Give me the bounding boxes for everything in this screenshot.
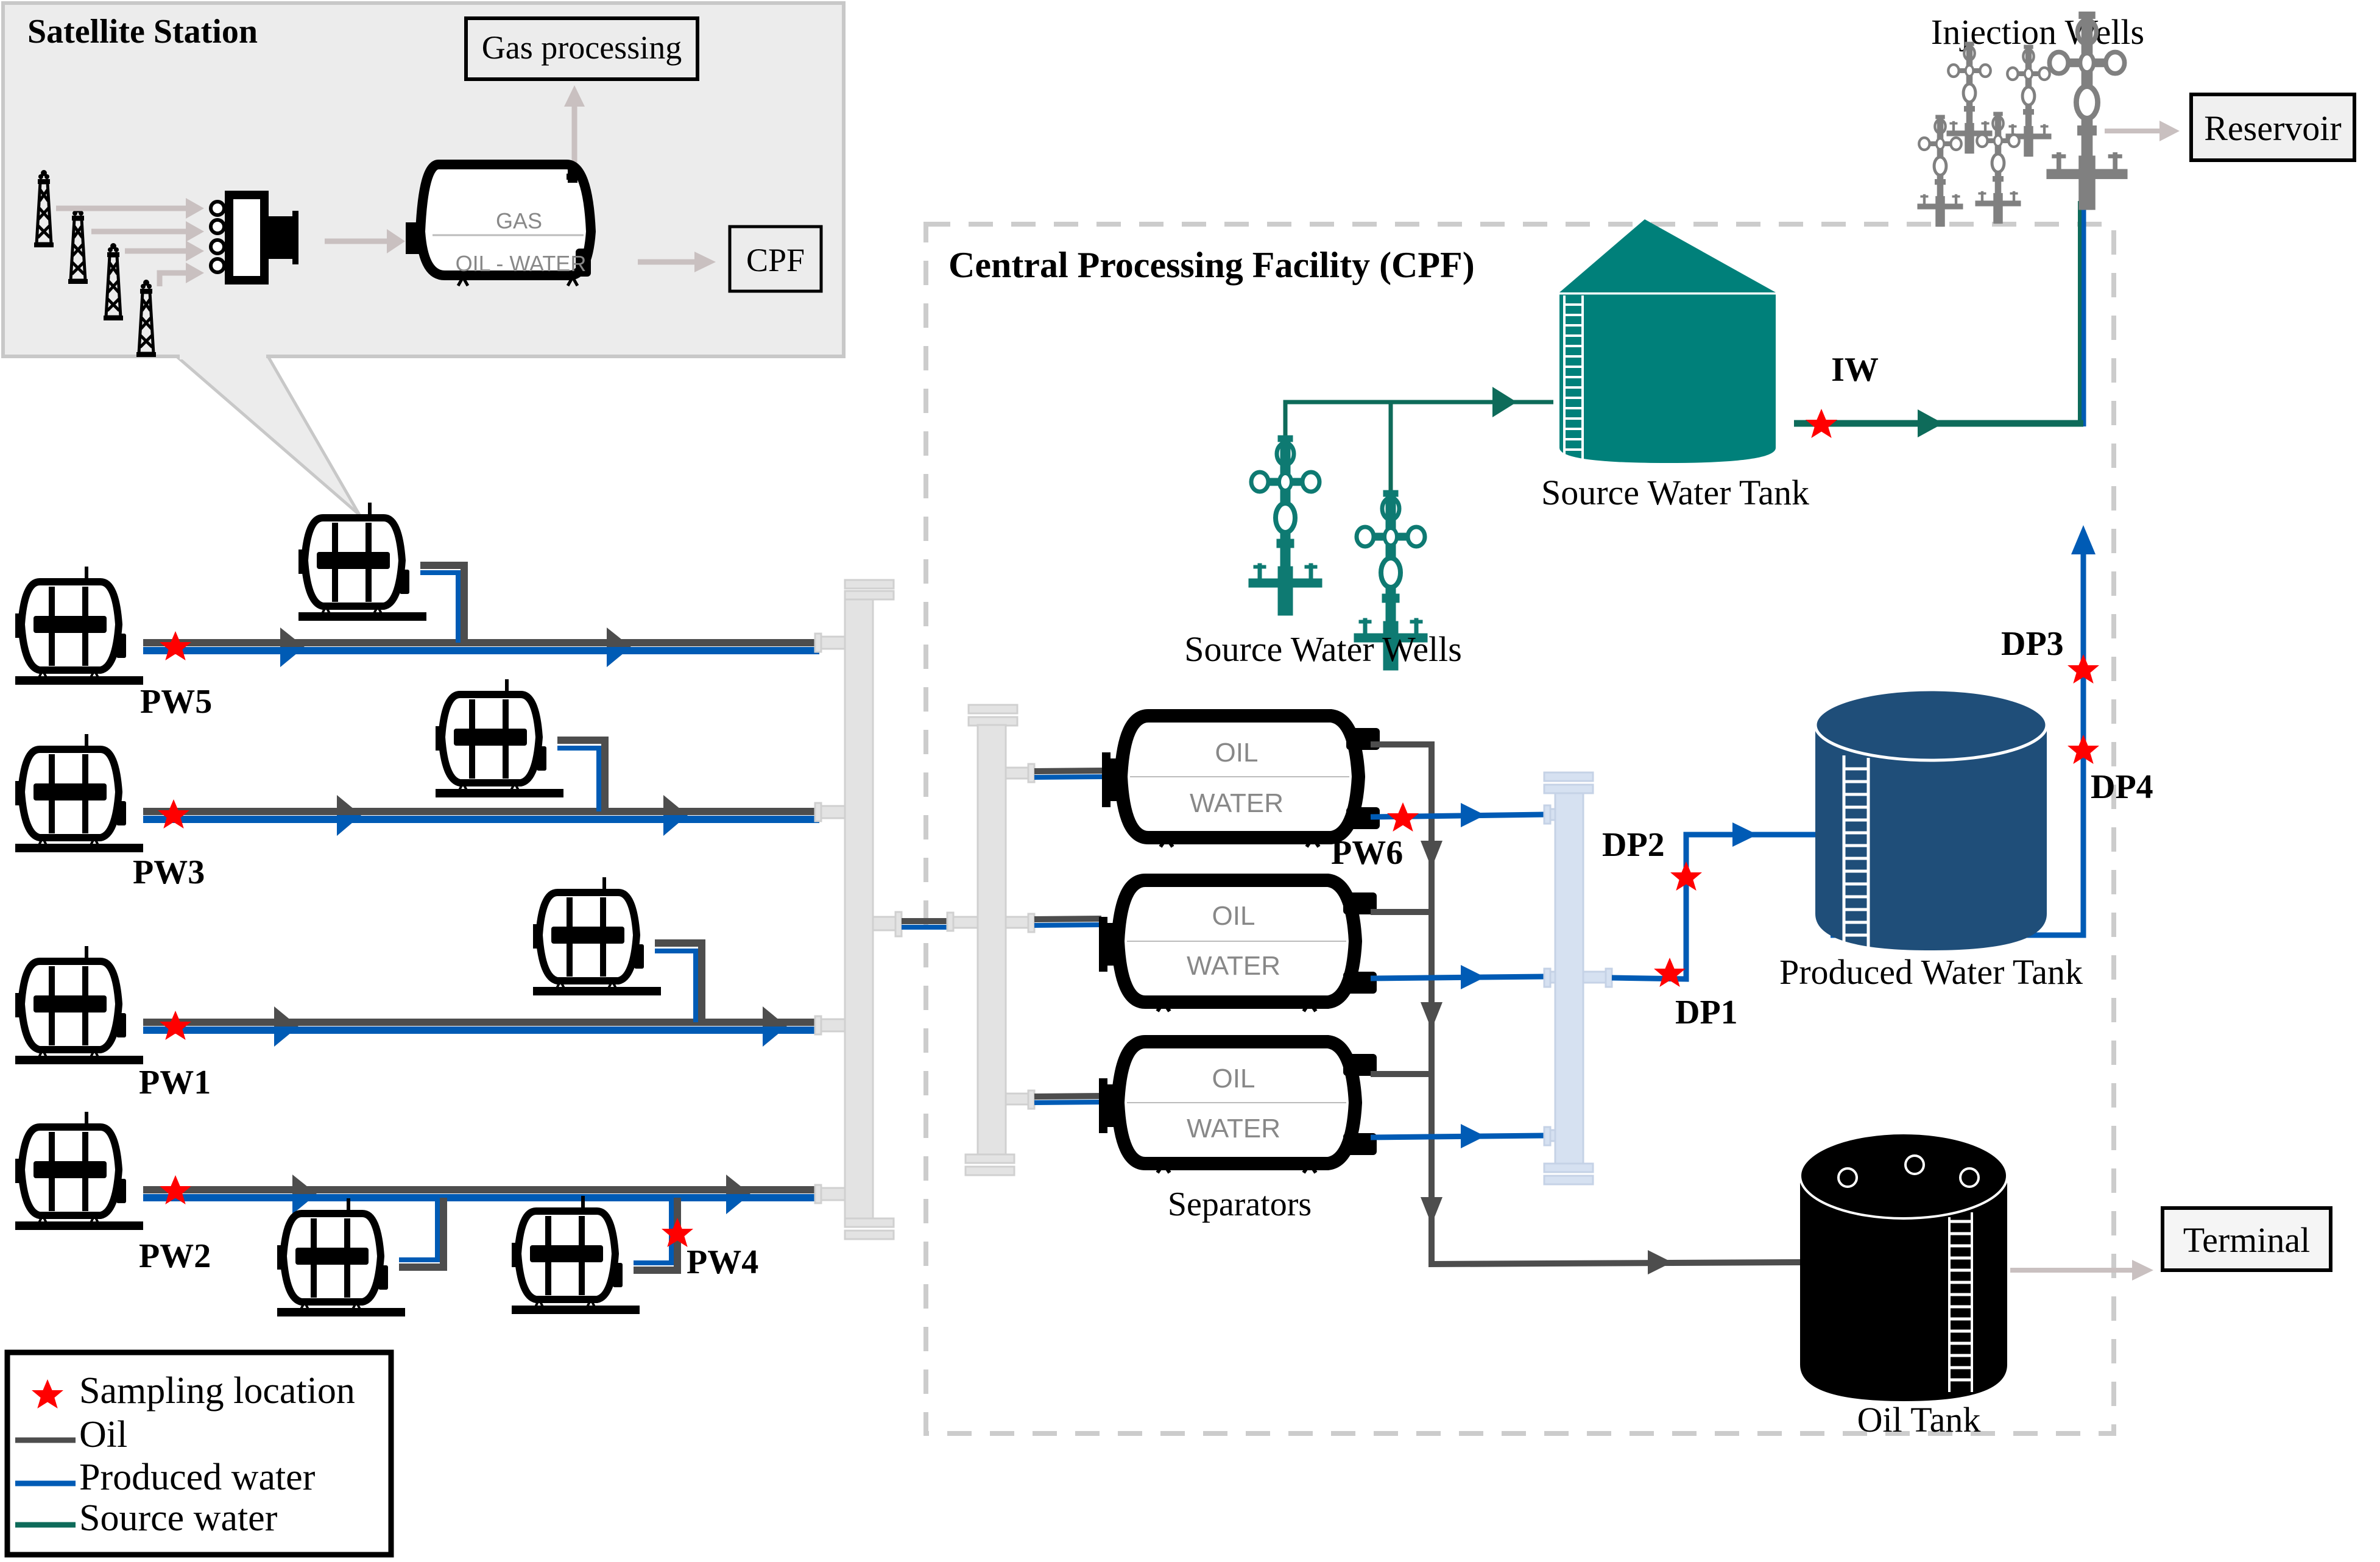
legend-label-produced-water: Produced water bbox=[79, 1457, 316, 1498]
label-pw5: PW5 bbox=[140, 683, 212, 721]
well-pump-icon bbox=[277, 1198, 405, 1316]
well-pump-icon bbox=[436, 679, 563, 797]
label-pw4: PW4 bbox=[687, 1243, 758, 1281]
legend: Sampling location Oil Produced water Sou… bbox=[4, 1349, 394, 1558]
source-water-tank-icon bbox=[1559, 219, 1776, 463]
sampling-star-dp1[interactable] bbox=[1654, 958, 1686, 987]
legend-label-oil: Oil bbox=[79, 1414, 127, 1455]
label-pw6: PW6 bbox=[1331, 834, 1403, 872]
separator-inlet-manifold bbox=[946, 704, 1036, 1176]
oil-flow-arrows bbox=[1421, 841, 1672, 1274]
gas-processing-label: Gas processing bbox=[482, 29, 682, 66]
sampling-star-iw[interactable] bbox=[1806, 409, 1837, 438]
label-dp1: DP1 bbox=[1675, 994, 1738, 1031]
well-pump-icon bbox=[15, 946, 143, 1064]
satellite-oil-water-label: OIL - WATER bbox=[456, 251, 587, 276]
label-pw2: PW2 bbox=[139, 1237, 211, 1275]
well-lines: PW5 PW3 PW1 PW2 PW4 bbox=[15, 503, 819, 1316]
reservoir-arrow bbox=[2105, 121, 2180, 141]
source-water-tank-label: Source Water Tank bbox=[1541, 473, 1809, 512]
satellite-gas-label: GAS bbox=[496, 208, 542, 233]
well-pump-icon bbox=[298, 503, 426, 621]
sampling-star-pw1[interactable] bbox=[160, 1011, 191, 1040]
well-pump-icon bbox=[15, 1112, 143, 1230]
legend-label-sampling: Sampling location bbox=[79, 1370, 355, 1412]
gas-processing-box: Gas processing bbox=[464, 16, 699, 81]
water-flow-arrows bbox=[1461, 803, 1485, 1148]
injection-wells-label: Injection Wells bbox=[1931, 12, 2144, 52]
label-pw3: PW3 bbox=[133, 853, 205, 891]
well-pump-icon bbox=[512, 1196, 640, 1314]
oil-tank-icon bbox=[1799, 1132, 2008, 1401]
satellite-separator-icon: GAS OIL - WATER bbox=[406, 160, 596, 287]
sep2-oil-label: OIL bbox=[1212, 901, 1255, 931]
produced-water-tank-icon bbox=[1813, 688, 2049, 950]
sep1-oil-label: OIL bbox=[1215, 738, 1259, 768]
sep3-water-label: WATER bbox=[1187, 1114, 1280, 1143]
satellite-station-title: Satellite Station bbox=[27, 13, 258, 51]
terminal-label: Terminal bbox=[2183, 1220, 2311, 1260]
reservoir-box: Reservoir bbox=[2189, 93, 2356, 162]
label-dp4: DP4 bbox=[2091, 768, 2153, 806]
satellite-station-panel: Satellite Station Gas processing CPF GAS… bbox=[1, 1, 846, 516]
callout-pointer bbox=[172, 355, 361, 516]
terminal-box: Terminal bbox=[2161, 1206, 2332, 1272]
well-pump-icon bbox=[15, 734, 143, 852]
separator-vessel-icon bbox=[1099, 1042, 1377, 1173]
sampling-star-pw6[interactable] bbox=[1387, 802, 1419, 832]
pipe-pw5 bbox=[143, 562, 819, 654]
legend-label-source-water: Source water bbox=[79, 1497, 278, 1539]
separators: OIL WATER OIL WATER OIL WATER Separators bbox=[1099, 716, 1380, 1223]
sep1-water-label: WATER bbox=[1190, 788, 1284, 818]
label-dp2: DP2 bbox=[1602, 826, 1665, 864]
inlet-manifold bbox=[814, 579, 903, 1240]
well-pump-icon bbox=[533, 877, 661, 995]
cpf-box: CPF bbox=[728, 225, 823, 293]
separators-label: Separators bbox=[1168, 1186, 1312, 1223]
process-flow-diagram: Satellite Station Gas processing CPF GAS… bbox=[1, 1, 2356, 1558]
source-water-well-icon bbox=[1249, 436, 1322, 615]
sep3-oil-label: OIL bbox=[1212, 1064, 1255, 1094]
label-pw1: PW1 bbox=[139, 1064, 211, 1101]
separator-vessel-icon bbox=[1099, 880, 1377, 1011]
reservoir-label: Reservoir bbox=[2204, 108, 2342, 148]
well-pump-icon bbox=[15, 567, 143, 685]
separator-inlet-pipes bbox=[1034, 768, 1104, 1105]
cpf-box-label: CPF bbox=[746, 242, 805, 278]
cpf-title: Central Processing Facility (CPF) bbox=[948, 245, 1475, 285]
terminal-arrow bbox=[2010, 1260, 2153, 1281]
sampling-star-pw3[interactable] bbox=[158, 799, 189, 829]
separator-vessel-icon bbox=[1102, 716, 1380, 847]
oil-tank-label: Oil Tank bbox=[1857, 1400, 1981, 1440]
label-dp3: DP3 bbox=[2001, 625, 2064, 663]
produced-water-tank-label: Produced Water Tank bbox=[1779, 952, 2083, 992]
sampling-star-pw5[interactable] bbox=[160, 631, 191, 660]
sep2-water-label: WATER bbox=[1187, 951, 1280, 981]
source-water-wells-label: Source Water Wells bbox=[1184, 629, 1462, 669]
pipe-pw1 bbox=[143, 939, 819, 1034]
label-iw: IW bbox=[1831, 351, 1879, 389]
